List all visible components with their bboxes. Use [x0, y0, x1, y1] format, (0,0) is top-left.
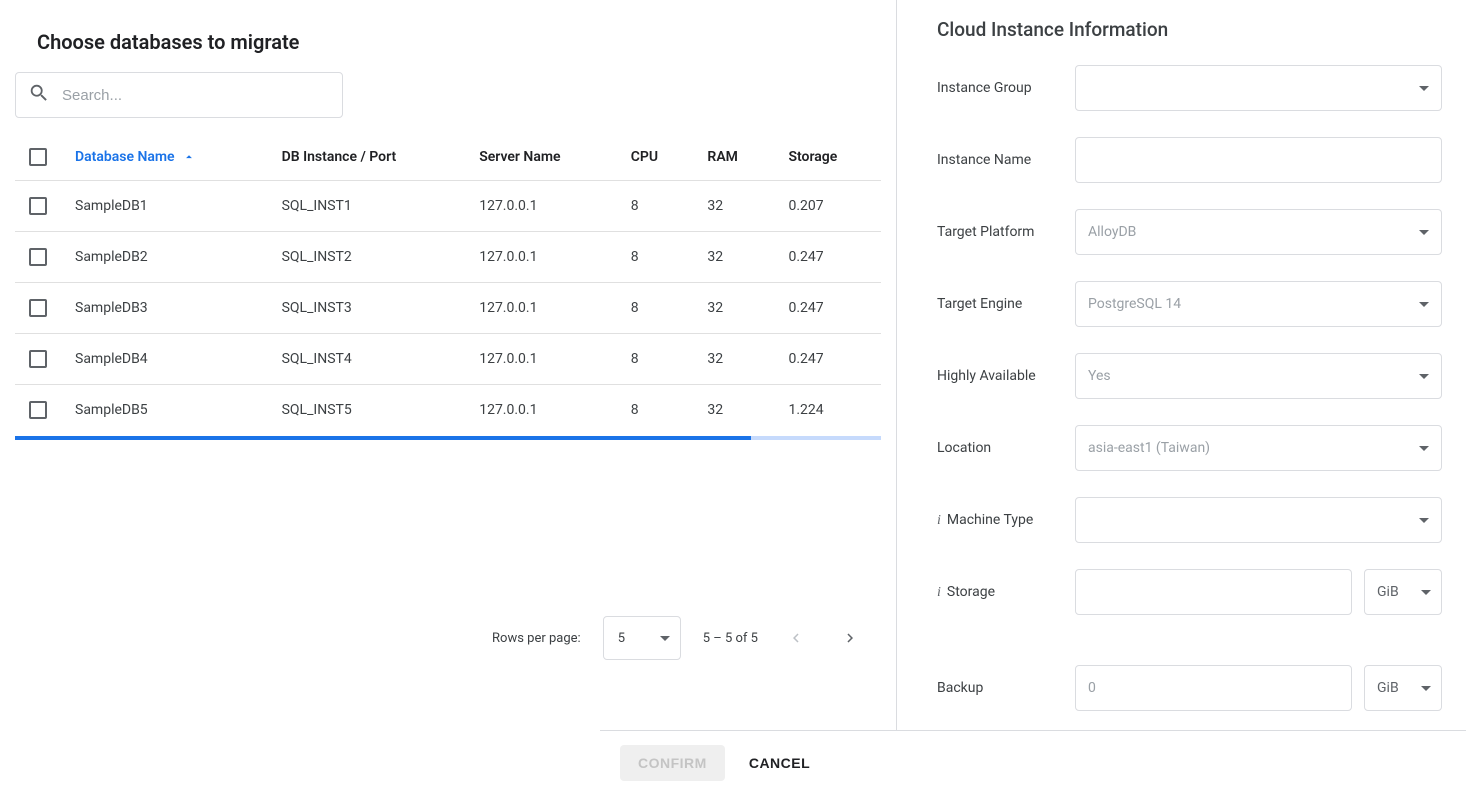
target-engine-label: Target Engine [937, 296, 1075, 312]
left-panel: Choose databases to migrate Database Nam… [0, 0, 896, 730]
table-row[interactable]: SampleDB1 SQL_INST1 127.0.0.1 8 32 0.207 [15, 181, 881, 232]
row-checkbox[interactable] [29, 401, 47, 419]
col-ram[interactable]: RAM [693, 138, 774, 181]
instance-group-select[interactable] [1075, 65, 1442, 111]
footer: CONFIRM CANCEL [600, 730, 1466, 795]
info-icon: i [937, 585, 941, 600]
dropdown-icon [1419, 86, 1429, 91]
pagination-range: 5 – 5 of 5 [703, 631, 758, 646]
dropdown-icon [1419, 518, 1429, 523]
row-checkbox[interactable] [29, 299, 47, 317]
page-title: Choose databases to migrate [37, 30, 881, 54]
dropdown-icon [1419, 446, 1429, 451]
database-table: Database Name DB Instance / Port Server … [15, 138, 881, 435]
dropdown-icon [1419, 302, 1429, 307]
target-platform-select[interactable]: AlloyDB [1075, 209, 1442, 255]
col-instance[interactable]: DB Instance / Port [268, 138, 466, 181]
table-row[interactable]: SampleDB3 SQL_INST3 127.0.0.1 8 32 0.247 [15, 283, 881, 334]
pagination: Rows per page: 5 5 – 5 of 5 [492, 616, 866, 660]
dropdown-icon [1421, 686, 1431, 691]
right-panel: Cloud Instance Information Instance Grou… [896, 0, 1466, 730]
info-icon: i [937, 513, 941, 528]
location-label: Location [937, 440, 1075, 456]
instance-group-label: Instance Group [937, 80, 1075, 96]
instance-name-input[interactable] [1075, 137, 1442, 183]
target-platform-label: Target Platform [937, 224, 1075, 240]
search-box[interactable] [15, 72, 343, 118]
machine-type-label: iMachine Type [937, 512, 1075, 529]
prev-page-button[interactable] [780, 622, 812, 654]
chevron-right-icon [841, 629, 859, 647]
row-checkbox[interactable] [29, 350, 47, 368]
col-database-name[interactable]: Database Name [61, 138, 268, 181]
target-engine-select[interactable]: PostgreSQL 14 [1075, 281, 1442, 327]
table-row[interactable]: SampleDB4 SQL_INST4 127.0.0.1 8 32 0.247 [15, 334, 881, 385]
storage-label: iStorage [937, 584, 1075, 601]
confirm-button[interactable]: CONFIRM [620, 745, 725, 781]
table-row[interactable]: SampleDB2 SQL_INST2 127.0.0.1 8 32 0.247 [15, 232, 881, 283]
sort-asc-icon [182, 149, 196, 165]
progress-indicator [15, 436, 881, 440]
highly-available-select[interactable]: Yes [1075, 353, 1442, 399]
rows-per-page-select[interactable]: 5 [603, 616, 681, 660]
rows-per-page-label: Rows per page: [492, 631, 581, 646]
storage-unit-select[interactable]: GiB [1364, 569, 1442, 615]
location-select[interactable]: asia-east1 (Taiwan) [1075, 425, 1442, 471]
next-page-button[interactable] [834, 622, 866, 654]
backup-label: Backup [937, 680, 1075, 696]
right-panel-title: Cloud Instance Information [937, 18, 1442, 41]
dropdown-icon [660, 636, 670, 641]
dropdown-icon [1419, 230, 1429, 235]
select-all-checkbox[interactable] [29, 148, 47, 166]
highly-available-label: Highly Available [937, 368, 1075, 384]
backup-unit-select[interactable]: GiB [1364, 665, 1442, 711]
search-icon [28, 82, 62, 108]
instance-name-label: Instance Name [937, 152, 1075, 168]
dropdown-icon [1421, 590, 1431, 595]
cancel-button[interactable]: CANCEL [749, 755, 810, 771]
col-server[interactable]: Server Name [465, 138, 617, 181]
col-storage[interactable]: Storage [774, 138, 881, 181]
table-row[interactable]: SampleDB5 SQL_INST5 127.0.0.1 8 32 1.224 [15, 385, 881, 436]
chevron-left-icon [787, 629, 805, 647]
storage-input[interactable] [1075, 569, 1352, 615]
machine-type-select[interactable] [1075, 497, 1442, 543]
backup-input[interactable]: 0 [1075, 665, 1352, 711]
row-checkbox[interactable] [29, 197, 47, 215]
search-input[interactable] [62, 87, 330, 104]
dropdown-icon [1419, 374, 1429, 379]
col-cpu[interactable]: CPU [617, 138, 694, 181]
row-checkbox[interactable] [29, 248, 47, 266]
